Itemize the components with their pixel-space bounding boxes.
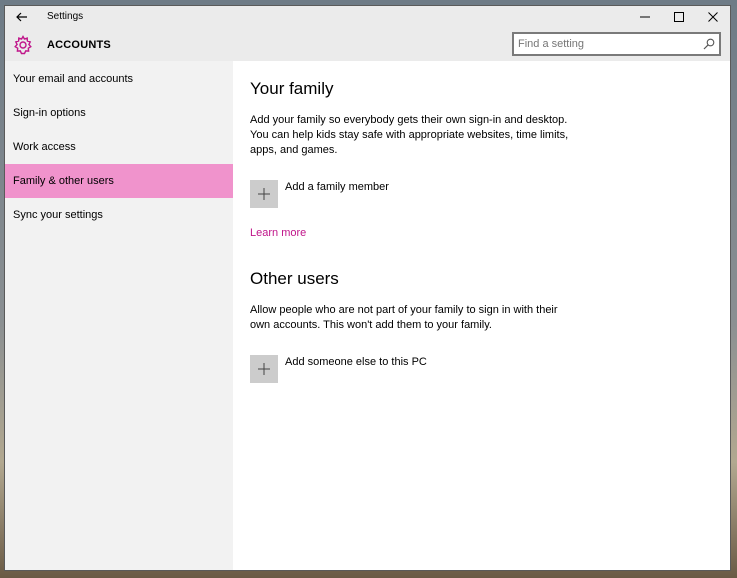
add-family-member-button[interactable]: Add a family member bbox=[250, 180, 420, 208]
sidebar-item-label: Family & other users bbox=[13, 175, 114, 187]
add-family-member-label: Add a family member bbox=[285, 181, 389, 193]
add-someone-else-label: Add someone else to this PC bbox=[285, 356, 427, 368]
section-title: ACCOUNTS bbox=[47, 39, 111, 51]
sidebar-item-label: Sync your settings bbox=[13, 209, 103, 221]
minimize-button[interactable] bbox=[628, 6, 662, 28]
content-pane: Your family Add your family so everybody… bbox=[233, 61, 730, 570]
add-someone-else-button[interactable]: Add someone else to this PC bbox=[250, 355, 440, 383]
sidebar: Your email and accounts Sign-in options … bbox=[5, 61, 233, 570]
minimize-icon bbox=[640, 16, 650, 18]
settings-window: Settings ACCOUNTS Find a setting Your em… bbox=[4, 5, 731, 571]
sidebar-item-label: Work access bbox=[13, 141, 76, 153]
maximize-icon bbox=[674, 12, 684, 22]
close-icon bbox=[708, 12, 718, 22]
search-input[interactable] bbox=[518, 36, 698, 52]
back-button[interactable] bbox=[11, 8, 33, 26]
sidebar-item-work-access[interactable]: Work access bbox=[5, 130, 233, 164]
plus-icon bbox=[258, 188, 270, 200]
sidebar-item-sync-settings[interactable]: Sync your settings bbox=[5, 198, 233, 232]
sidebar-item-label: Your email and accounts bbox=[13, 73, 134, 85]
settings-header: ACCOUNTS bbox=[5, 28, 730, 61]
your-family-description: Add your family so everybody gets their … bbox=[250, 114, 569, 156]
sidebar-item-sign-in-options[interactable]: Sign-in options bbox=[5, 96, 233, 130]
title-bar: Settings bbox=[5, 6, 730, 28]
window-title: Settings bbox=[47, 11, 84, 22]
plus-icon bbox=[258, 363, 270, 375]
sidebar-item-family-other-users[interactable]: Family & other users bbox=[5, 164, 233, 198]
plus-tile bbox=[250, 355, 278, 383]
gear-icon bbox=[14, 35, 32, 55]
plus-tile bbox=[250, 180, 278, 208]
other-users-heading: Other users bbox=[250, 269, 339, 288]
sidebar-item-email-accounts[interactable]: Your email and accounts bbox=[5, 62, 233, 96]
search-box[interactable] bbox=[512, 32, 721, 56]
your-family-heading: Your family bbox=[250, 79, 334, 98]
learn-more-link[interactable]: Learn more bbox=[250, 227, 306, 239]
other-users-description: Allow people who are not part of your fa… bbox=[250, 304, 558, 331]
maximize-button[interactable] bbox=[662, 6, 696, 28]
sidebar-item-label: Sign-in options bbox=[13, 107, 86, 119]
search-icon[interactable] bbox=[703, 38, 715, 50]
back-arrow-icon bbox=[16, 12, 27, 22]
close-button[interactable] bbox=[696, 6, 730, 28]
